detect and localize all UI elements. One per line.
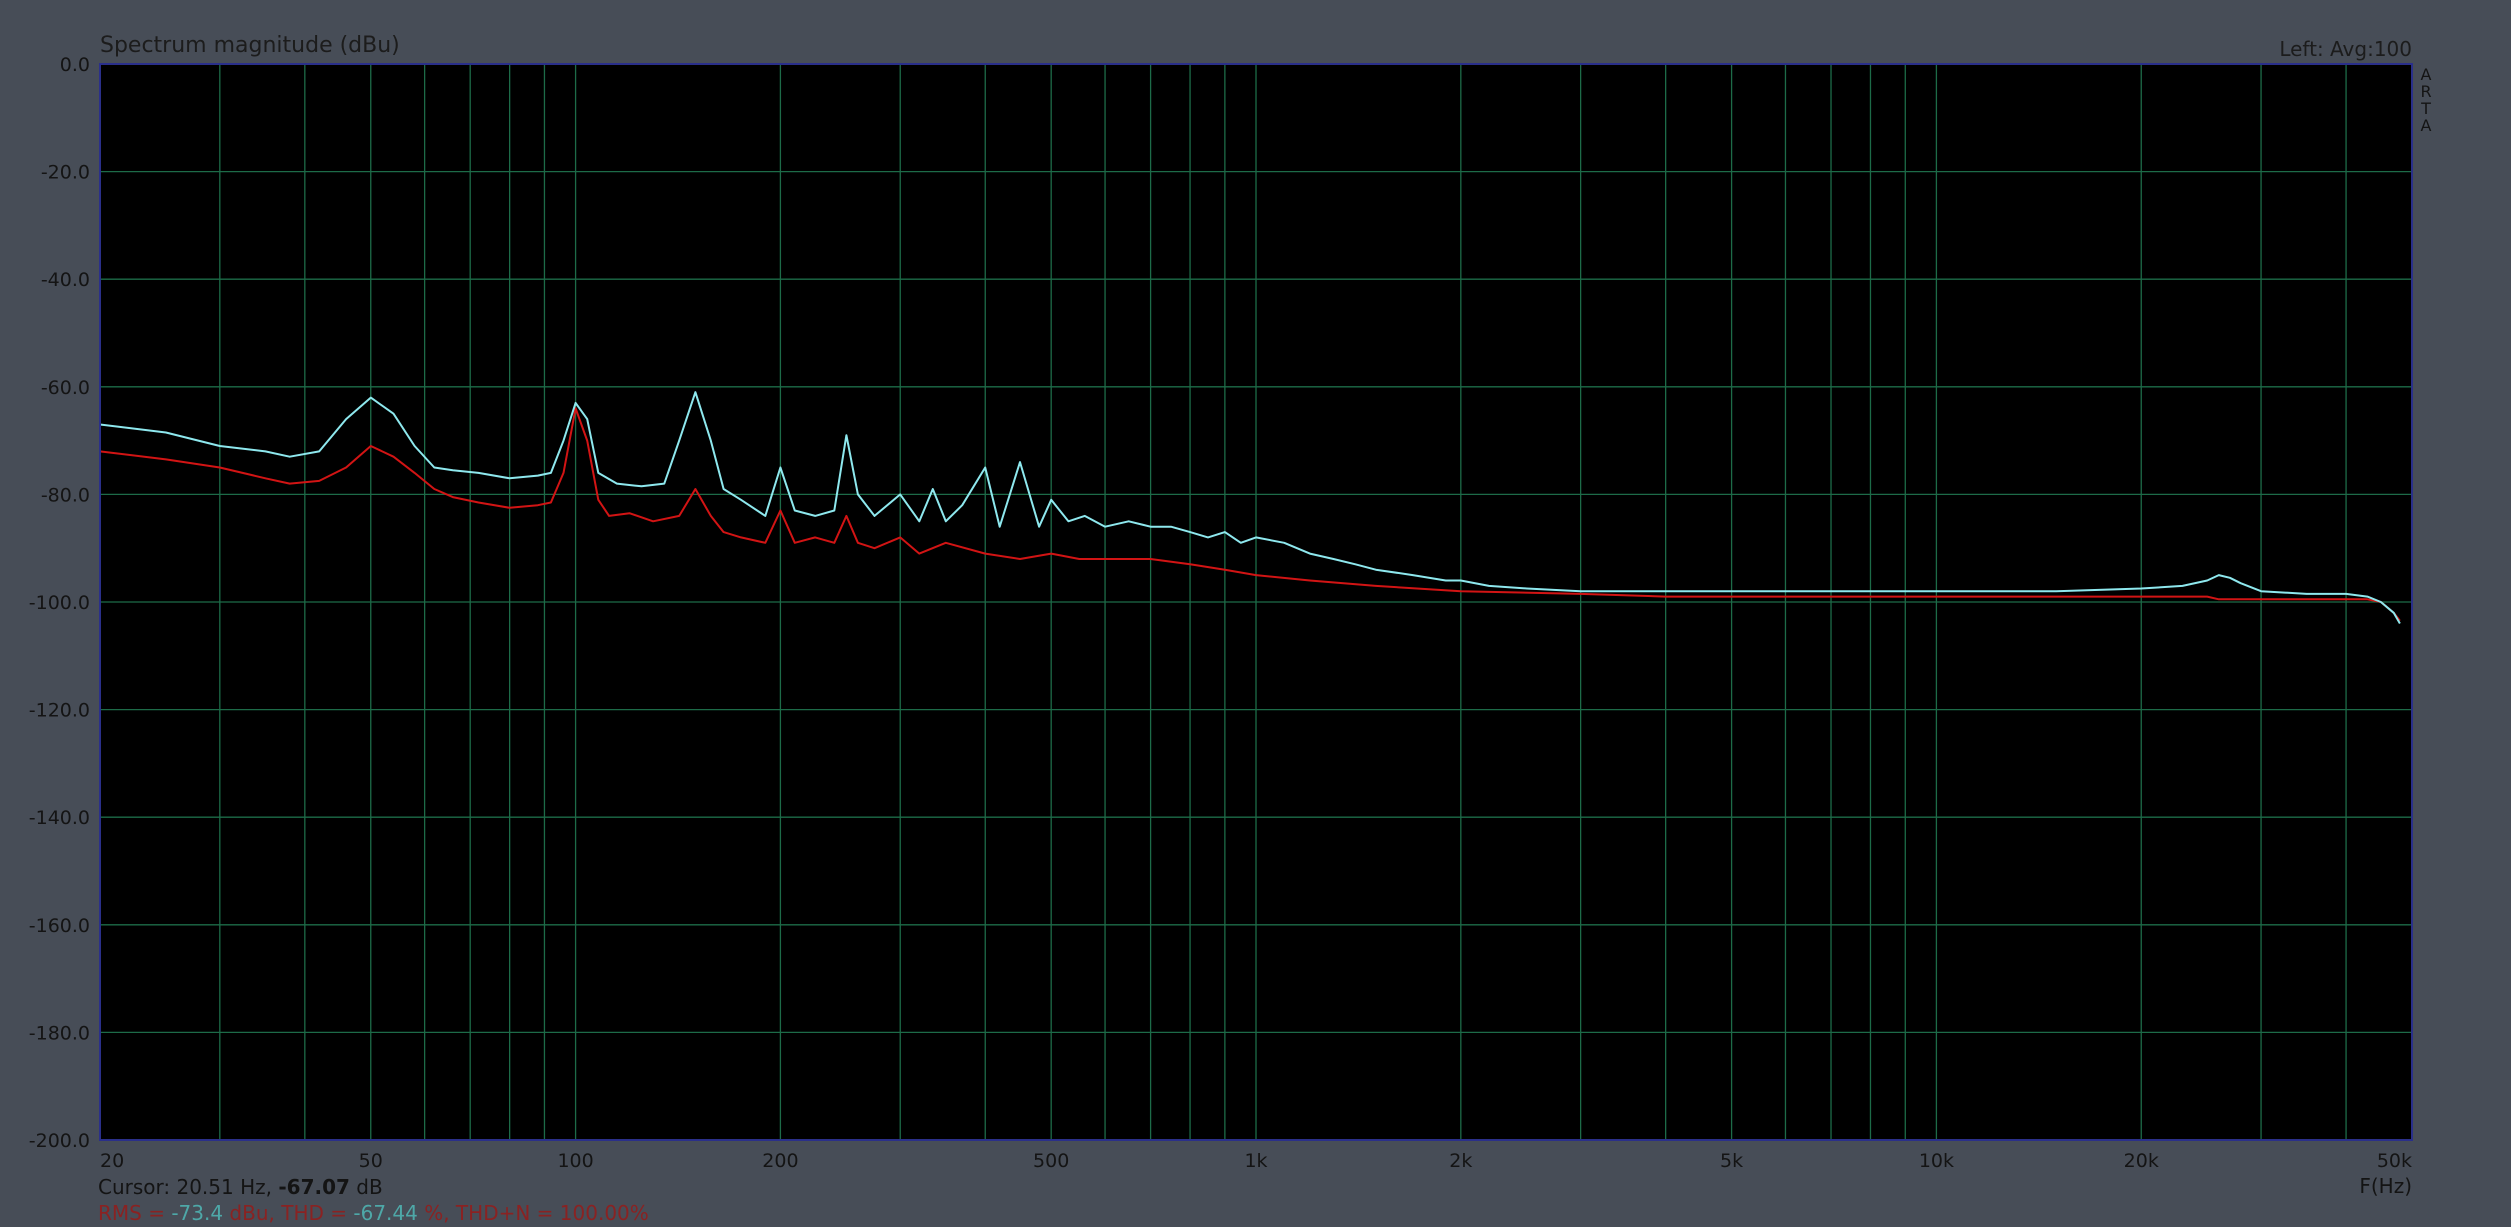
y-axis-ticks: 0.0 -20.0 -40.0 -60.0 -80.0 -100.0 -120.0 -140.… [29, 54, 90, 1152]
spectrum-window: 0.0 -20.0 -40.0 -60.0 -80.0 -100.0 -120.0 -140.… [0, 0, 2511, 1227]
y-tick-label: -160.0 [29, 915, 90, 937]
x-axis-label: F(Hz) [2359, 1174, 2412, 1198]
x-tick-label: 1k [1244, 1150, 1267, 1172]
y-tick-label: -200.0 [29, 1130, 90, 1152]
rms-thd-readout: RMS = -73.4 dBu, THD = -67.44 %, THD+N =… [98, 1201, 649, 1225]
cursor-value: -67.07 [278, 1175, 350, 1199]
cursor-readout: Cursor: 20.51 Hz, -67.07 dB [98, 1175, 383, 1199]
x-axis-ticks: 20 50 100 200 500 1k 2k 5k 10k 20k 50k [100, 1150, 2412, 1172]
x-tick-label: 200 [762, 1150, 798, 1172]
cursor-prefix: Cursor: 20.51 Hz, [98, 1175, 278, 1199]
x-tick-label: 10k [1919, 1150, 1954, 1172]
y-tick-label: -80.0 [41, 484, 90, 506]
y-tick-label: -20.0 [41, 162, 90, 184]
averaging-label: Left: Avg:100 [2279, 37, 2412, 61]
rms-prefix: RMS = [98, 1201, 171, 1225]
y-tick-label: -60.0 [41, 377, 90, 399]
y-tick-label: -180.0 [29, 1022, 90, 1044]
rms-value: -73.4 [171, 1201, 223, 1225]
x-tick-label: 20 [100, 1150, 124, 1172]
x-tick-label: 5k [1720, 1150, 1743, 1172]
y-tick-label: -120.0 [29, 700, 90, 722]
rms-mid: dBu, THD = [223, 1201, 353, 1225]
y-tick-label: 0.0 [60, 54, 90, 76]
x-tick-label: 20k [2124, 1150, 2159, 1172]
thd-value: -67.44 [353, 1201, 417, 1225]
spectrum-chart: 0.0 -20.0 -40.0 -60.0 -80.0 -100.0 -120.0 -140.… [29, 33, 2432, 1225]
x-tick-label: 500 [1033, 1150, 1069, 1172]
y-tick-label: -40.0 [41, 269, 90, 291]
cursor-unit: dB [350, 1175, 383, 1199]
rms-suffix: %, THD+N = 100.00% [418, 1201, 649, 1225]
y-tick-label: -140.0 [29, 807, 90, 829]
y-tick-label: -100.0 [29, 592, 90, 614]
arta-logo: ARTA [2420, 65, 2431, 135]
x-tick-label: 50 [359, 1150, 383, 1172]
x-tick-label: 2k [1449, 1150, 1472, 1172]
logo-letter: A [2421, 116, 2432, 135]
x-tick-label: 100 [557, 1150, 593, 1172]
x-tick-label: 50k [2377, 1150, 2412, 1172]
chart-title: Spectrum magnitude (dBu) [100, 33, 400, 58]
